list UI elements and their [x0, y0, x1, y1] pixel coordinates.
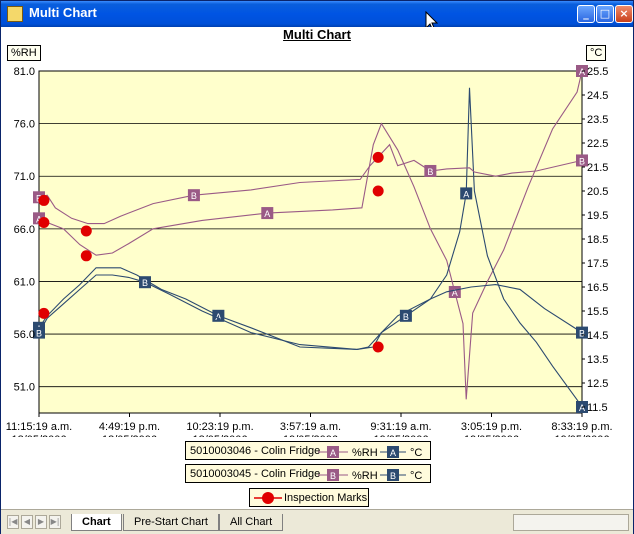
window-title: Multi Chart: [29, 5, 97, 20]
legend-logger-b: 5010003045 - Colin Fridge: [190, 468, 321, 480]
series-marker-letter: B: [191, 191, 197, 201]
y-left-tick-label: 71.0: [14, 171, 35, 183]
y-left-tick-label: 81.0: [14, 66, 35, 78]
x-tick-date: 18/05/2006: [192, 434, 247, 437]
series-marker-letter: B: [579, 329, 585, 339]
x-tick-time: 3:05:19 p.m.: [461, 421, 522, 433]
app-icon: [7, 6, 23, 22]
multi-chart-window: Multi Chart _ □ × Multi Chart %RH °C AAA…: [0, 0, 634, 534]
legend-b-rh-letter: B: [330, 471, 336, 481]
y-right-tick-label: 20.5: [587, 186, 608, 198]
series-marker-letter: B: [142, 278, 148, 288]
x-tick-time: 10:23:19 p.m.: [186, 421, 253, 433]
tab-pre-start-chart[interactable]: Pre-Start Chart: [123, 514, 219, 531]
series-marker-letter: A: [264, 209, 270, 219]
series-marker-letter: A: [579, 403, 585, 413]
horizontal-scrollbar[interactable]: [513, 514, 629, 531]
inspection-mark[interactable]: [80, 225, 92, 237]
next-tab-button[interactable]: ▶: [35, 515, 47, 529]
x-tick-date: 19/05/2006: [373, 434, 428, 437]
y-right-tick-label: 11.5: [587, 402, 608, 414]
x-tick-date: 18/05/2006: [102, 434, 157, 437]
y-right-tick-label: 19.5: [587, 210, 608, 222]
y-right-tick-label: 21.5: [587, 162, 608, 174]
legend-a-rh-letter: A: [330, 448, 336, 458]
inspection-mark[interactable]: [38, 217, 50, 229]
tab-all-chart[interactable]: All Chart: [219, 514, 284, 531]
inspection-mark-icon: [254, 492, 282, 504]
y-right-tick-label: 17.5: [587, 258, 608, 270]
plot-background: [38, 70, 583, 414]
legend-a-temp-letter: A: [390, 448, 396, 458]
legend-b-temp-letter: B: [390, 471, 396, 481]
prev-tab-button[interactable]: ◀: [21, 515, 33, 529]
legend-inspection: Inspection Marks: [249, 488, 369, 507]
y-right-tick-label: 12.5: [587, 378, 608, 390]
series-marker-letter: B: [427, 167, 433, 177]
x-tick-time: 8:33:19 p.m.: [551, 421, 612, 433]
y-right-tick-label: 14.5: [587, 330, 608, 342]
y-right-tick-label: 18.5: [587, 234, 608, 246]
y-right-tick-label: 22.5: [587, 138, 608, 150]
x-tick-time: 11:15:19 a.m.: [6, 421, 72, 433]
x-tick-time: 3:57:19 a.m.: [280, 421, 341, 433]
y-left-tick-label: 76.0: [14, 119, 35, 131]
last-tab-button[interactable]: ▶|: [49, 515, 61, 529]
inspection-mark[interactable]: [372, 341, 384, 353]
tab-chart[interactable]: Chart: [71, 514, 122, 531]
y-left-tick-label: 66.0: [14, 224, 35, 236]
legend-b-rh-label: %RH: [352, 470, 378, 482]
x-tick-date: 19/05/2006: [283, 434, 338, 437]
inspection-mark[interactable]: [80, 250, 92, 262]
series-marker-letter: A: [463, 189, 469, 199]
inspection-mark[interactable]: [38, 194, 50, 206]
x-tick-time: 4:49:19 p.m.: [99, 421, 160, 433]
y-right-tick-label: 24.5: [587, 90, 608, 102]
x-tick-time: 9:31:19 a.m.: [370, 421, 431, 433]
x-tick-date: 19/05/2006: [464, 434, 519, 437]
y-right-tick-label: 25.5: [587, 66, 608, 78]
legend-inspection-label: Inspection Marks: [284, 492, 368, 504]
y-left-tick-label: 51.0: [14, 382, 35, 394]
x-tick-date: 19/05/2006: [554, 434, 609, 437]
title-bar[interactable]: Multi Chart _ □ ×: [1, 1, 633, 27]
maximize-button[interactable]: □: [596, 5, 614, 23]
bottom-tab-bar: |◀ ◀ ▶ ▶| Chart Pre-Start Chart All Char…: [1, 509, 633, 534]
close-button[interactable]: ×: [615, 5, 633, 23]
y-left-tick-label: 56.0: [14, 329, 35, 341]
series-marker-letter: B: [579, 156, 585, 166]
y-left-tick-label: 61.0: [14, 276, 35, 288]
y-right-tick-label: 13.5: [587, 354, 608, 366]
minimize-button[interactable]: _: [577, 5, 595, 23]
chart-plot[interactable]: AAAAAAAABBBBBBBB 81.076.071.066.061.056.…: [1, 27, 633, 437]
legend-logger-a: 5010003046 - Colin Fridge: [190, 445, 321, 457]
first-tab-button[interactable]: |◀: [7, 515, 19, 529]
series-marker-letter: B: [36, 329, 42, 339]
y-right-tick-label: 23.5: [587, 114, 608, 126]
inspection-mark[interactable]: [372, 185, 384, 197]
legend-a-rh-label: %RH: [352, 447, 378, 459]
legend-row-a: 5010003046 - Colin Fridge A %RH A °C: [185, 441, 431, 460]
legend-b-temp-label: °C: [410, 470, 422, 482]
legend-a-markers: A %RH A °C: [318, 446, 422, 459]
legend-a-temp-label: °C: [410, 447, 422, 459]
legend-row-b: 5010003045 - Colin Fridge B %RH B °C: [185, 464, 431, 483]
inspection-mark[interactable]: [38, 307, 50, 319]
y-right-tick-label: 15.5: [587, 306, 608, 318]
series-marker-letter: B: [403, 312, 409, 322]
chart-area: Multi Chart %RH °C AAAAAAAABBBBBBBB 81.0…: [1, 27, 633, 509]
inspection-mark[interactable]: [372, 151, 384, 163]
legend-b-markers: B %RH B °C: [318, 469, 422, 482]
y-right-tick-label: 16.5: [587, 282, 608, 294]
x-tick-date: 18/05/2006: [11, 434, 66, 437]
series-marker-letter: A: [579, 67, 585, 77]
